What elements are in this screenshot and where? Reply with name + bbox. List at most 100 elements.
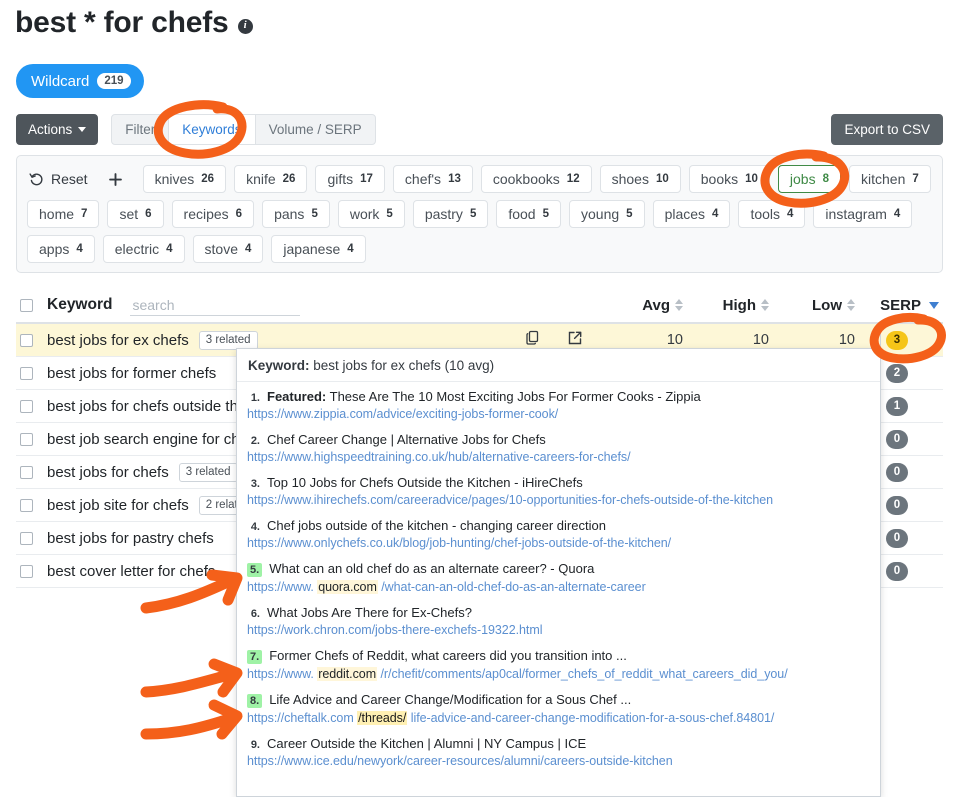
row-checkbox[interactable] bbox=[20, 531, 33, 545]
keyword-tag-home[interactable]: home 7 bbox=[27, 200, 100, 228]
keyword-tag-japanese[interactable]: japanese 4 bbox=[271, 235, 366, 263]
keyword-cell: best job site for chefs bbox=[47, 496, 189, 514]
serp-result-rank: 4. bbox=[250, 521, 260, 533]
keyword-tag-instagram[interactable]: instagram 4 bbox=[813, 200, 913, 228]
row-checkbox[interactable] bbox=[20, 498, 33, 512]
serp-result-title-text: Life Advice and Career Change/Modificati… bbox=[269, 692, 632, 707]
keyword-tag-tools[interactable]: tools 4 bbox=[738, 200, 806, 228]
select-all-checkbox[interactable] bbox=[20, 298, 33, 312]
row-checkbox[interactable] bbox=[20, 432, 33, 446]
serp-result-rank: 3. bbox=[250, 478, 260, 490]
serp-count-badge[interactable]: 1 bbox=[886, 396, 908, 416]
keyword-tag-knife[interactable]: knife 26 bbox=[234, 165, 308, 193]
column-header-high[interactable]: High bbox=[683, 297, 769, 314]
keyword-tag-cookbooks[interactable]: cookbooks 12 bbox=[480, 165, 592, 193]
keyword-tag-kitchen[interactable]: kitchen 7 bbox=[849, 165, 931, 193]
keyword-tag-recipes[interactable]: recipes 6 bbox=[171, 200, 255, 228]
search-input[interactable] bbox=[130, 294, 301, 316]
keyword-tag-gifts[interactable]: gifts 17 bbox=[315, 165, 385, 193]
serp-result-url[interactable]: https://www.zippia.com/advice/exciting-j… bbox=[247, 407, 870, 421]
related-keywords-badge[interactable]: 3 related bbox=[198, 330, 258, 350]
serp-count-badge[interactable]: 3 bbox=[886, 330, 908, 350]
tab-keywords[interactable]: Keywords bbox=[168, 114, 256, 145]
serp-count-badge[interactable]: 0 bbox=[886, 528, 908, 548]
row-checkbox[interactable] bbox=[20, 366, 33, 380]
sort-icon-high[interactable] bbox=[761, 299, 769, 311]
serp-popup-header-value: best jobs for ex chefs (10 avg) bbox=[313, 358, 495, 373]
keyword-tag-electric[interactable]: electric 4 bbox=[102, 235, 185, 263]
serp-count-badge[interactable]: 0 bbox=[886, 495, 908, 515]
keyword-tag-set[interactable]: set 6 bbox=[107, 200, 164, 228]
serp-result-url[interactable]: https://www.ihirechefs.com/careeradvice/… bbox=[247, 493, 870, 507]
serp-count-badge[interactable]: 0 bbox=[886, 429, 908, 449]
wildcard-filter-pill[interactable]: Wildcard 219 bbox=[16, 64, 144, 98]
column-header-serp[interactable]: SERP bbox=[855, 297, 939, 314]
keyword-tag-count: 4 bbox=[76, 243, 83, 255]
keyword-cell: best cover letter for chefs bbox=[47, 562, 216, 580]
keyword-tag-jobs[interactable]: jobs 8 bbox=[777, 165, 841, 193]
serp-result-url[interactable]: https://www.onlychefs.co.uk/blog/job-hun… bbox=[247, 536, 870, 550]
keyword-tag-count: 6 bbox=[145, 208, 152, 220]
keyword-tag-young[interactable]: young 5 bbox=[569, 200, 645, 228]
keyword-cell: best jobs for ex chefs bbox=[47, 331, 189, 349]
keyword-tag-count: 4 bbox=[245, 243, 252, 255]
serp-count-badge[interactable]: 0 bbox=[886, 561, 908, 581]
serp-popup-header: Keyword: best jobs for ex chefs (10 avg) bbox=[237, 349, 880, 382]
sort-icon-avg[interactable] bbox=[675, 299, 683, 311]
page-title-text: best * for chefs bbox=[15, 6, 229, 39]
export-to-csv-button[interactable]: Export to CSV bbox=[831, 114, 943, 145]
keyword-tag-label: apps bbox=[39, 241, 70, 257]
sort-icon-serp-desc[interactable] bbox=[929, 301, 939, 309]
keyword-tag-count: 5 bbox=[626, 208, 633, 220]
serp-result-title: What Jobs Are There for Ex-Chefs? bbox=[267, 605, 472, 620]
tab-filter[interactable]: Filter bbox=[111, 114, 170, 145]
actions-button[interactable]: Actions bbox=[16, 114, 99, 145]
keyword-tag-label: work bbox=[349, 206, 380, 222]
serp-result-url[interactable]: https://www. quora.com /what-can-an-old-… bbox=[247, 580, 870, 594]
column-header-avg[interactable]: Avg bbox=[597, 297, 683, 314]
serp-result-title: What can an old chef do as an alternate … bbox=[269, 561, 594, 576]
keyword-tag-shoes[interactable]: shoes 10 bbox=[599, 165, 681, 193]
keyword-tag-pastry[interactable]: pastry 5 bbox=[412, 200, 489, 228]
serp-url-prefix: https://www. bbox=[247, 667, 318, 681]
keyword-tag-books[interactable]: books 10 bbox=[688, 165, 770, 193]
column-header-low-label: Low bbox=[812, 296, 842, 314]
keyword-tag-count: 8 bbox=[822, 173, 829, 185]
keyword-tag-knives[interactable]: knives 26 bbox=[142, 165, 227, 193]
row-checkbox[interactable] bbox=[20, 465, 33, 479]
serp-result-url[interactable]: https://www.highspeedtraining.co.uk/hub/… bbox=[247, 450, 870, 464]
serp-count-badge[interactable]: 2 bbox=[886, 363, 908, 383]
serp-result-url[interactable]: https://work.chron.com/jobs-there-exchef… bbox=[247, 623, 870, 637]
annotation-arrow-result-8 bbox=[140, 698, 250, 744]
serp-result-url[interactable]: https://cheftalk.com /threads/ life-advi… bbox=[247, 711, 870, 725]
column-header-low[interactable]: Low bbox=[769, 297, 855, 314]
serp-url-prefix: https://www.onlychefs.co.uk/blog/job-hun… bbox=[247, 536, 672, 550]
keyword-tag-places[interactable]: places 4 bbox=[652, 200, 731, 228]
keyword-tag-pans[interactable]: pans 5 bbox=[262, 200, 330, 228]
keyword-tag-stove[interactable]: stove 4 bbox=[192, 235, 264, 263]
keyword-tag-count: 5 bbox=[469, 208, 477, 220]
view-tabs: Filter Keywords Volume / SERP bbox=[111, 114, 376, 145]
keyword-tag-food[interactable]: food 5 bbox=[496, 200, 561, 228]
sort-icon-low[interactable] bbox=[847, 299, 855, 311]
reset-button[interactable]: Reset bbox=[27, 165, 94, 193]
row-checkbox[interactable] bbox=[20, 333, 33, 347]
keyword-tag-count: 7 bbox=[81, 208, 88, 220]
info-icon[interactable]: i bbox=[237, 18, 253, 34]
serp-url-prefix: https://cheftalk.com bbox=[247, 711, 358, 725]
add-keyword-button[interactable] bbox=[102, 165, 135, 193]
serp-result-url[interactable]: https://www.ice.edu/newyork/career-resou… bbox=[247, 754, 870, 768]
tab-volume-serp[interactable]: Volume / SERP bbox=[254, 114, 376, 145]
row-checkbox[interactable] bbox=[20, 564, 33, 578]
serp-count-badge[interactable]: 0 bbox=[886, 462, 908, 482]
related-keywords-badge[interactable]: 3 related bbox=[178, 462, 238, 482]
keyword-tag-work[interactable]: work 5 bbox=[337, 200, 405, 228]
row-checkbox[interactable] bbox=[20, 399, 33, 413]
serp-result-title-line: 9. Career Outside the Kitchen | Alumni | … bbox=[247, 736, 870, 751]
keyword-tag-apps[interactable]: apps 4 bbox=[27, 235, 95, 263]
page-title: best * for chefs i bbox=[15, 6, 253, 40]
keyword-tag-label: japanese bbox=[283, 241, 341, 257]
serp-url-prefix: https://www.highspeedtraining.co.uk/hub/… bbox=[247, 450, 631, 464]
serp-result-url[interactable]: https://www. reddit.com /r/chefit/commen… bbox=[247, 667, 870, 681]
keyword-tag-chef-s[interactable]: chef's 13 bbox=[392, 165, 473, 193]
